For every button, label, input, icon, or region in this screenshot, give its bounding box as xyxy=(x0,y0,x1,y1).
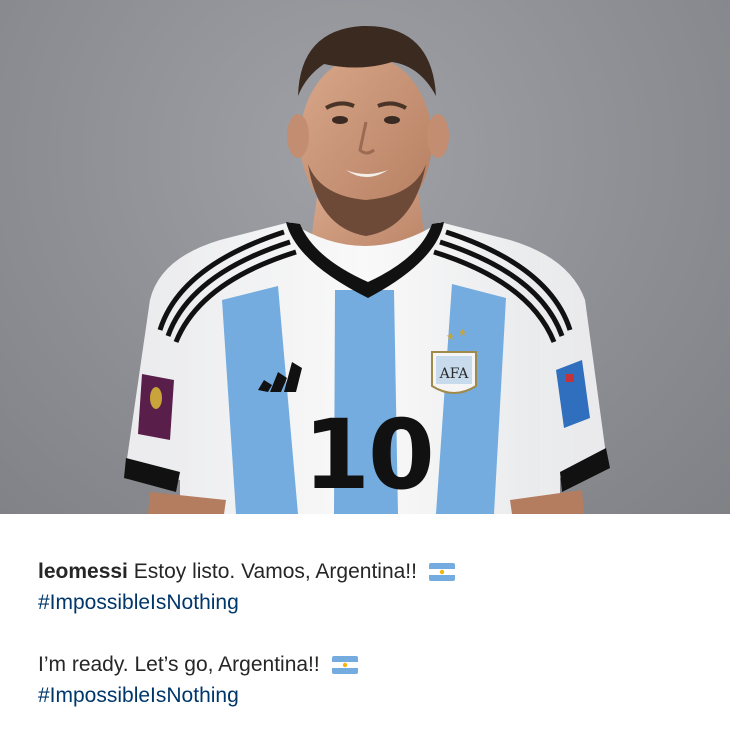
caption-line-english: I’m ready. Let’s go, Argentina!! xyxy=(38,649,698,680)
hashtag-link[interactable]: #ImpossibleIsNothing xyxy=(38,587,698,618)
jersey-number: 10 xyxy=(303,399,433,511)
world-cup-patch xyxy=(138,374,174,440)
argentina-flag-icon xyxy=(428,563,455,581)
svg-text:★: ★ xyxy=(458,328,467,339)
svg-text:★: ★ xyxy=(446,332,455,343)
post-photo[interactable]: AFA ★ ★ 10 xyxy=(0,0,730,514)
caption-english-text: I’m ready. Let’s go, Argentina!! xyxy=(38,653,320,676)
hashtag-link[interactable]: #ImpossibleIsNothing xyxy=(38,680,698,711)
svg-text:AFA: AFA xyxy=(439,366,470,382)
caption-spanish-text: Estoy listo. Vamos, Argentina!! xyxy=(133,560,417,583)
instagram-post: AFA ★ ★ 10 leomessi Estoy listo. Vamos, xyxy=(0,0,730,730)
argentina-flag-icon xyxy=(331,656,358,674)
username-link[interactable]: leomessi xyxy=(38,560,128,583)
caption-line-spanish: leomessi Estoy listo. Vamos, Argentina!! xyxy=(38,556,698,587)
post-caption: leomessi Estoy listo. Vamos, Argentina!!… xyxy=(38,556,698,711)
player-portrait: AFA ★ ★ 10 xyxy=(124,25,610,514)
